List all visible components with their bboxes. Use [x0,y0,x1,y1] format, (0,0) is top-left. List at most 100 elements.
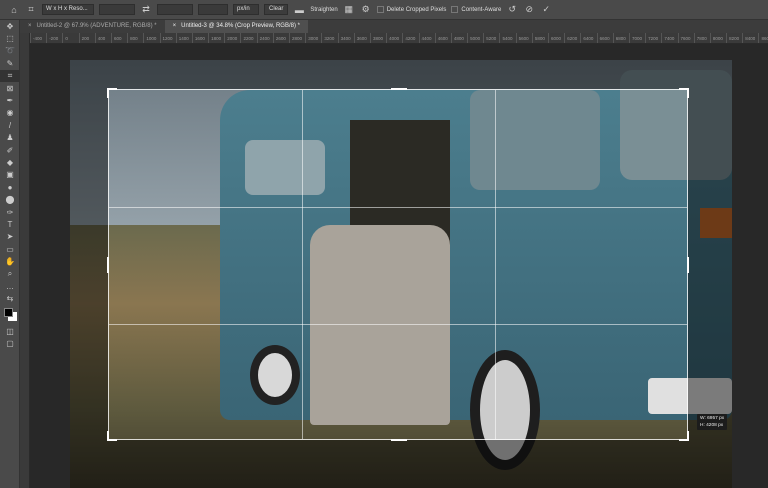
crop-handle-top-left[interactable] [107,88,117,98]
height-field[interactable] [157,4,193,15]
marquee-tool-icon[interactable]: ⬚ [0,32,20,44]
ruler-label: 4400 [418,33,435,43]
screen-mode-tool-icon[interactable]: ▢ [0,337,20,349]
crop-handle-left[interactable] [107,257,117,273]
type-tool-icon[interactable]: T [0,218,20,230]
ruler-label: 8600 [758,33,768,43]
ruler-label: 4000 [386,33,402,43]
ruler-label: 2000 [224,33,240,43]
crop-handle-bottom-left[interactable] [107,431,117,441]
frame-tool-icon[interactable]: ⊠ [0,82,20,94]
zoom-tool-icon[interactable]: ⌕ [0,268,20,280]
close-icon[interactable]: × [28,23,32,29]
ruler-label: 2600 [272,33,289,43]
resolution-unit-select[interactable]: px/in [233,4,259,15]
blur-tool-icon[interactable]: ● [0,181,20,193]
eraser-tool-icon[interactable]: ◆ [0,156,20,168]
straighten-icon[interactable]: ▬ [293,4,305,16]
crop-handle-bottom-right[interactable] [679,431,689,441]
ruler-label: 4600 [434,33,451,43]
eyedropper-tool-icon[interactable]: ✒ [0,94,20,106]
ruler-label: 6400 [580,33,596,43]
crop-handle-right[interactable] [679,257,689,273]
ruler-label: -400 [30,33,46,43]
path-select-tool-icon[interactable]: ➤ [0,231,20,243]
ruler-label: 5200 [483,33,499,43]
options-bar: ⌂ ⌗ W x H x Reso... ⇄ px/in Clear ▬ Stra… [0,0,768,20]
reset-icon[interactable]: ↺ [506,4,518,16]
rectangle-tool-icon[interactable]: ▭ [0,243,20,255]
close-icon[interactable]: × [173,23,177,29]
delete-cropped-checkbox[interactable]: Delete Cropped Pixels [376,6,447,13]
colors-tool-icon[interactable] [0,305,20,325]
tab-untitled-2[interactable]: × Untitled-2 @ 67.9% (ADVENTURE, RGB/8) * [20,20,165,33]
crop-shade-top [70,60,732,89]
crop-handle-top-right[interactable] [679,88,689,98]
pen-tool-icon[interactable]: ✑ [0,206,20,218]
crop-box[interactable] [107,88,689,441]
ruler-label: 1800 [208,33,224,43]
crop-size-readout: W: 6957 px H: 4208 px [697,414,728,430]
ruler-label: 8000 [709,33,726,43]
delete-cropped-label: Delete Cropped Pixels [386,6,447,13]
gradient-tool-icon[interactable]: ▣ [0,169,20,181]
history-brush-tool-icon[interactable]: ✐ [0,144,20,156]
straighten-button[interactable]: Straighten [310,7,337,13]
cancel-icon[interactable]: ⊘ [523,4,535,16]
stamp-tool-icon[interactable]: ♟ [0,132,20,144]
home-icon[interactable]: ⌂ [8,4,20,16]
ruler-label: 5600 [515,33,532,43]
content-aware-label: Content-Aware [461,6,502,13]
ruler-label: 2200 [240,33,256,43]
ruler-label: 7600 [677,33,694,43]
ruler-label: 5000 [467,33,483,43]
swap-icon[interactable]: ⇄ [140,4,152,16]
ruler-label: 7000 [628,33,645,43]
swap-colors-tool-icon[interactable]: ⇆ [0,293,20,305]
gear-icon[interactable]: ⚙ [360,4,372,16]
ruler-label: 1000 [143,33,159,43]
crop-height-readout: H: 4208 px [700,423,724,428]
overlay-grid-icon[interactable]: ▦ [343,4,355,16]
resolution-field[interactable] [198,4,228,15]
lasso-tool-icon[interactable]: ➰ [0,45,20,57]
quick-select-tool-icon[interactable]: ✎ [0,57,20,69]
crop-handle-bottom[interactable] [391,431,407,441]
ratio-preset-select[interactable]: W x H x Reso... [42,4,94,15]
crop-tool-icon[interactable]: ⌗ [0,69,20,82]
quick-mask-tool-icon[interactable]: ◫ [0,325,20,337]
ruler-label: 400 [94,33,111,43]
crop-icon[interactable]: ⌗ [25,4,37,16]
crop-shade-right [688,89,732,440]
ruler-label: 600 [110,33,127,43]
horizontal-ruler: -400 -200 0 200 400 600 800 1000 1200 1400 1600 180… [30,33,768,44]
ruler-label: 1600 [191,33,208,43]
ruler-label: 8400 [742,33,758,43]
content-aware-checkbox[interactable]: Content-Aware [451,6,501,13]
ruler-label: 5800 [531,33,548,43]
ruler-label: 7200 [645,33,661,43]
crop-width-readout: W: 6957 px [700,416,725,421]
ruler-label: 1400 [175,33,192,43]
ruler-label: 4800 [450,33,467,43]
commit-check-icon[interactable]: ✓ [540,4,552,16]
brush-tool-icon[interactable]: / [0,119,20,131]
ruler-label: 7800 [693,33,710,43]
healing-tool-icon[interactable]: ◉ [0,107,20,119]
more-tool-icon[interactable]: … [0,280,20,292]
width-field[interactable] [99,4,135,15]
toolbar: ✥ ⬚ ➰ ✎ ⌗ ⊠ ✒ ◉ / ♟ ✐ ◆ ▣ ● ⬤ ✑ T ➤ ▭ ✋ ⌕… ⇆ ◫ ▢ [0,20,20,488]
dodge-tool-icon[interactable]: ⬤ [0,193,20,205]
ruler-label: 0 [62,33,78,43]
vertical-ruler [20,33,30,488]
ruler-label: 6000 [548,33,564,43]
crop-handle-top[interactable] [391,88,407,98]
move-tool-icon[interactable]: ✥ [0,20,20,32]
ruler-label: 3800 [369,33,386,43]
tab-untitled-3[interactable]: × Untitled-3 @ 34.8% (Crop Preview, RGB/8… [164,20,308,33]
clear-button[interactable]: Clear [264,4,289,15]
thirds-line [302,90,303,439]
hand-tool-icon[interactable]: ✋ [0,255,20,267]
ruler-label: 8200 [726,33,742,43]
foreground-color-swatch[interactable] [4,307,13,317]
